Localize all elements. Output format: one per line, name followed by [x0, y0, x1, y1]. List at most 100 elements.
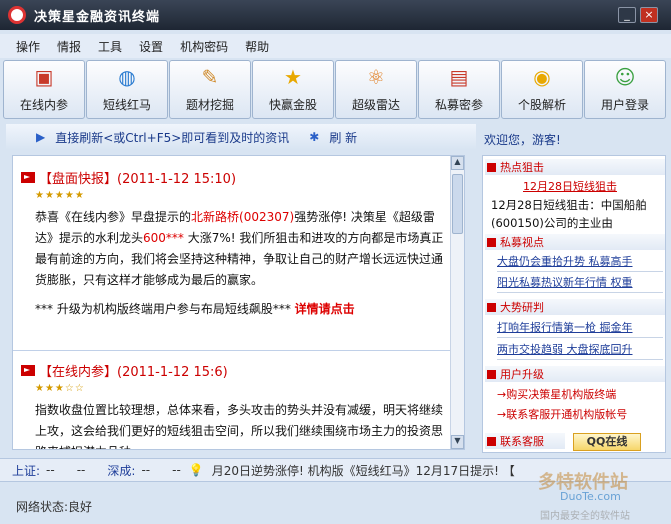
info-sidebar: 热点狙击 12月28日短线狙击 12月28日短线狙击：中国船舶(600150)公…: [482, 155, 666, 453]
refresh-hint: 直接刷新<或Ctrl+F5>即可看到及时的资讯: [55, 130, 290, 145]
menu-bar: 操作 情报 工具 设置 机构密码 帮助: [0, 34, 671, 58]
news-card: 【在线内参】(2011-1-12 15:6) ★★★☆☆ 指数收盘位置比较理想，…: [21, 361, 446, 449]
toolbar-label: 个股解析: [517, 98, 566, 112]
qq-online-button[interactable]: QQ在线: [573, 433, 641, 451]
user-icon: ☺: [614, 65, 636, 89]
news-body: 恭喜《在线内参》早盘提示的北新路桥(002307)强势涨停! 决策星《超级雷达》…: [21, 207, 446, 291]
chat-icon: ▤: [449, 65, 469, 89]
toolbar-button-6[interactable]: ◉ 个股解析: [501, 60, 583, 119]
toolbar-button-3[interactable]: ★ 快赢金股: [252, 60, 334, 119]
toolbar: ▣ 在线内参 ◍ 短线红马 ✎ 题材挖掘 ★ 快赢金股 ⚛ 超级雷达 ▤ 私募密参 ◉ 个股解析 ☺ 用户登录: [3, 60, 668, 120]
section-title: 用户升级: [500, 368, 544, 381]
news-title[interactable]: 【在线内参】(2011-1-12 15:6): [39, 361, 228, 380]
stock-highlight: 北新路桥(002307): [191, 210, 295, 224]
tv-icon: ▣: [34, 65, 54, 89]
watermark-site: DuoTe.com: [560, 490, 621, 503]
section-title: 热点狙击: [500, 161, 544, 174]
toolbar-button-0[interactable]: ▣ 在线内参: [3, 60, 85, 119]
menu-org-password[interactable]: 机构密码: [180, 38, 228, 55]
toolbar-button-5[interactable]: ▤ 私募密参: [418, 60, 500, 119]
sz-index-label: 深成:: [107, 463, 136, 478]
toolbar-label: 短线红马: [102, 98, 151, 112]
toolbar-label: 私募密参: [434, 98, 483, 112]
rating-stars: ★★★★★: [35, 190, 85, 201]
section-marker-icon: [487, 302, 496, 312]
hot-link[interactable]: 12月28日短线狙击: [523, 177, 643, 197]
section-marker-icon: [487, 162, 496, 172]
section-contact: 联系客服: [485, 433, 565, 449]
section-marker-icon: [487, 369, 496, 379]
menu-tools[interactable]: 工具: [98, 38, 122, 55]
radar-icon: ⚛: [367, 65, 385, 89]
toolbar-label: 快赢金股: [268, 98, 317, 112]
trend-item[interactable]: 两市交投趋弱 大盘探底回升: [497, 340, 663, 360]
news-body: 指数收盘位置比较理想，总体来看，多头攻击的势头并没有减缓，明天将继续上攻，这会给…: [35, 403, 444, 449]
section-title: 联系客服: [500, 435, 544, 448]
title-bar: 决策星金融资讯终端 _ ×: [0, 0, 671, 30]
section-title: 大势研判: [500, 301, 544, 314]
minimize-button[interactable]: _: [618, 7, 636, 23]
menu-operate[interactable]: 操作: [16, 38, 40, 55]
news-title[interactable]: 【盘面快报】(2011-1-12 15:10): [39, 168, 236, 187]
sh-index-value: --: [46, 463, 55, 477]
menu-intel[interactable]: 情报: [57, 38, 81, 55]
refresh-bar: ▶ 直接刷新<或Ctrl+F5>即可看到及时的资讯 ✱ 刷 新: [6, 124, 476, 150]
star-icon: ★: [284, 65, 302, 89]
toolbar-button-7[interactable]: ☺ 用户登录: [584, 60, 666, 119]
section-trend: 大势研判: [485, 299, 665, 315]
hot-summary[interactable]: 12月28日短线狙击：中国船舶(600150)公司的主业由: [491, 196, 661, 232]
sh-index-label: 上证:: [12, 463, 41, 478]
gain-highlight: 600***: [143, 231, 184, 245]
toolbar-button-1[interactable]: ◍ 短线红马: [86, 60, 168, 119]
arrow-icon: ▶: [36, 130, 46, 144]
upgrade-item[interactable]: →联系客服开通机构版帐号: [497, 405, 663, 425]
upgrade-note: *** 升级为机构版终端用户参与布局短线飙股***: [35, 302, 291, 316]
details-link[interactable]: 详情请点击: [295, 302, 355, 316]
menu-settings[interactable]: 设置: [139, 38, 163, 55]
flag-icon: [21, 172, 35, 183]
toolbar-button-4[interactable]: ⚛ 超级雷达: [335, 60, 417, 119]
watermark-tagline: 国内最安全的软件站: [540, 511, 630, 522]
section-hot: 热点狙击: [485, 159, 665, 175]
network-status: 网络状态:良好: [16, 500, 93, 514]
trend-item[interactable]: 打响年报行情第一枪 掘金年: [497, 318, 663, 338]
refresh-icon[interactable]: ✱: [309, 130, 319, 144]
upgrade-item[interactable]: →购买决策星机构版终端: [497, 385, 663, 405]
rating-stars: ★★★☆☆: [35, 383, 85, 394]
toolbar-label: 在线内参: [19, 98, 68, 112]
toolbar-label: 超级雷达: [351, 98, 400, 112]
news-card-header[interactable]: 【在线内参】(2011-1-12 15:6): [21, 361, 446, 380]
window-title: 决策星金融资讯终端: [34, 9, 161, 25]
sz-index-change: --: [172, 463, 181, 477]
section-marker-icon: [487, 436, 496, 446]
toolbar-label: 用户登录: [600, 98, 649, 112]
section-upgrade: 用户升级: [485, 366, 665, 382]
menu-help[interactable]: 帮助: [245, 38, 269, 55]
ticker-message[interactable]: 月20日逆势涨停! 机构版《短线红马》12月17日提示! 【: [212, 462, 515, 479]
news-footer: *** 升级为机构版终端用户参与布局短线飙股*** 详情请点击: [21, 299, 446, 320]
section-private: 私募视点: [485, 234, 665, 250]
app-logo-icon: [8, 6, 26, 24]
bulb-icon: 💡: [188, 463, 204, 477]
palette-icon: ✎: [201, 65, 219, 89]
refresh-button[interactable]: 刷 新: [329, 129, 357, 146]
scroll-thumb[interactable]: [452, 174, 463, 234]
close-button[interactable]: ×: [640, 7, 658, 23]
news-feed: 【盘面快报】(2011-1-12 15:10) ★★★★★ 恭喜《在线内参》早盘…: [12, 155, 465, 450]
section-title: 私募视点: [500, 236, 544, 249]
toolbar-label: 题材挖掘: [185, 98, 234, 112]
flag-icon: [21, 365, 35, 376]
toolbar-button-2[interactable]: ✎ 题材挖掘: [169, 60, 251, 119]
news-card: 【盘面快报】(2011-1-12 15:10) ★★★★★ 恭喜《在线内参》早盘…: [21, 168, 446, 320]
section-marker-icon: [487, 237, 496, 247]
globe-icon: ◍: [118, 65, 136, 89]
private-item[interactable]: 阳光私募热议新年行情 权重: [497, 273, 663, 293]
private-item[interactable]: 大盘仍会重拾升势 私募高手: [497, 252, 663, 272]
feed-scrollbar[interactable]: ▲ ▼: [450, 156, 464, 449]
divider: [13, 350, 452, 351]
sz-index-value: --: [141, 463, 151, 477]
welcome-text: 欢迎您，游客!: [484, 133, 561, 147]
scroll-up-icon[interactable]: ▲: [451, 156, 464, 170]
scroll-down-icon[interactable]: ▼: [451, 435, 464, 449]
news-card-header[interactable]: 【盘面快报】(2011-1-12 15:10): [21, 168, 446, 187]
